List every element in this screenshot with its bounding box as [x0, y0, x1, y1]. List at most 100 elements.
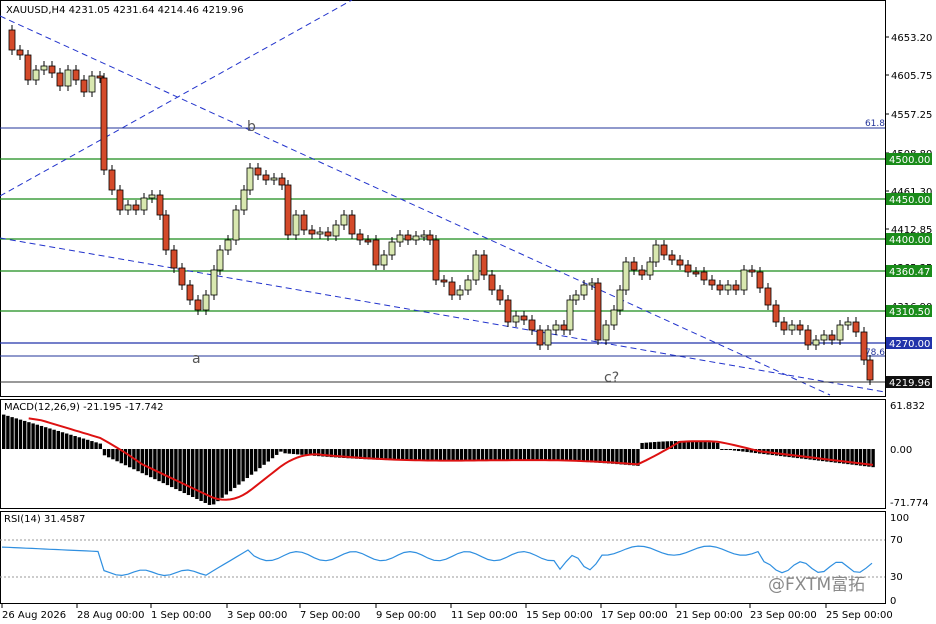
candle-body: [594, 282, 602, 341]
macd-bar: [661, 441, 665, 449]
candle-body: [194, 299, 202, 311]
candle-body: [80, 79, 88, 93]
macd-tick-zero: 0.00: [890, 445, 912, 456]
macd-bar: [690, 441, 695, 449]
macd-bar: [648, 442, 653, 449]
macd-bar: [459, 449, 464, 461]
time-tick-label: 7 Sep 00:00: [300, 610, 360, 621]
time-tick-label: 25 Sep 00:00: [826, 610, 893, 621]
candle-body: [572, 294, 580, 301]
rsi-tick-70: 70: [890, 535, 903, 546]
price-tick-label: 4605.75: [891, 71, 932, 82]
candle-body: [496, 289, 504, 301]
rsi-title: RSI(14) 31.4587: [4, 514, 85, 525]
macd-bar: [296, 449, 300, 455]
candle-body: [512, 315, 520, 323]
macd-bar: [539, 449, 543, 461]
candle-body: [284, 184, 292, 236]
macd-bar: [434, 449, 438, 461]
macd-bar: [657, 441, 661, 449]
candle-body: [308, 229, 316, 235]
macd-bar: [581, 449, 585, 462]
candle-body: [796, 324, 804, 331]
macd-bar: [522, 449, 527, 461]
macd-bar: [573, 449, 577, 462]
macd-bar: [23, 420, 27, 449]
candle-body: [844, 321, 852, 326]
macd-bar: [6, 415, 10, 449]
candle-body: [652, 244, 660, 263]
macd-bar: [90, 441, 94, 449]
candle-body: [520, 315, 528, 321]
candle-body: [456, 289, 464, 296]
candle-body: [72, 69, 80, 81]
candle-body: [504, 299, 512, 323]
macd-bar: [279, 449, 283, 452]
macd-bar: [48, 428, 52, 449]
candle-body: [764, 287, 772, 306]
macd-bar: [44, 427, 48, 449]
macd-bar: [86, 439, 90, 449]
macd-bar: [468, 449, 472, 461]
macd-bar: [564, 449, 569, 462]
macd-bar: [510, 449, 514, 461]
macd-bar: [501, 449, 506, 461]
candle-body: [24, 54, 32, 81]
level-price-label: 4310.50: [889, 307, 930, 318]
macd-tick-bottom: -71.774: [890, 498, 929, 509]
candle-body: [676, 259, 684, 266]
candle-body: [388, 241, 396, 256]
candle-body: [156, 194, 164, 216]
macd-bar: [241, 449, 245, 482]
macd-bar: [695, 441, 699, 449]
macd-bar: [653, 442, 657, 449]
macd-bar: [31, 423, 35, 449]
candle-body: [254, 167, 262, 176]
time-tick-label: 1 Sep 00:00: [151, 610, 211, 621]
macd-bar: [493, 449, 497, 461]
candle-body: [552, 324, 560, 331]
candle-body: [372, 239, 380, 266]
candle-body: [420, 234, 428, 238]
candle-body: [48, 65, 56, 74]
candle-body: [270, 177, 278, 181]
macd-bar: [2, 414, 6, 449]
candle-body: [684, 264, 692, 273]
candle-body: [536, 329, 544, 346]
time-tick-label: 9 Sep 00:00: [376, 610, 436, 621]
macd-bar: [716, 442, 720, 449]
macd-bar: [514, 449, 518, 461]
candle-body: [108, 169, 116, 191]
macd-bar: [258, 449, 262, 469]
price-tick-label: 4557.25: [891, 110, 932, 121]
macd-bar: [535, 449, 539, 461]
macd-bar: [216, 449, 220, 502]
macd-bar: [73, 436, 77, 449]
candle-body: [788, 324, 796, 331]
macd-bar: [275, 449, 279, 455]
candle-body: [404, 234, 412, 241]
candle-body: [638, 269, 646, 276]
macd-bar: [543, 449, 548, 461]
macd-bar: [182, 449, 186, 494]
candle-body: [278, 177, 286, 186]
candle-body: [396, 234, 404, 243]
chart-window[interactable]: XAUUSD,H4 4231.05 4231.64 4214.46 4219.9…: [0, 0, 936, 624]
macd-bar: [476, 449, 480, 461]
macd-bar: [69, 434, 73, 449]
candle-body: [748, 269, 756, 273]
macd-bar: [266, 449, 270, 462]
macd-bar: [157, 449, 161, 482]
macd-bar: [60, 432, 65, 449]
macd-bar: [438, 449, 443, 461]
macd-bar: [401, 449, 405, 461]
level-price-label: 4500.00: [889, 155, 930, 166]
candle-body: [660, 244, 668, 256]
macd-bar: [77, 437, 81, 449]
time-tick-label: 15 Sep 00:00: [526, 610, 593, 621]
macd-bar: [254, 449, 258, 472]
macd-bar: [464, 449, 468, 461]
candle-body: [186, 284, 194, 301]
macd-bar: [115, 449, 119, 462]
candle-body: [432, 239, 440, 281]
